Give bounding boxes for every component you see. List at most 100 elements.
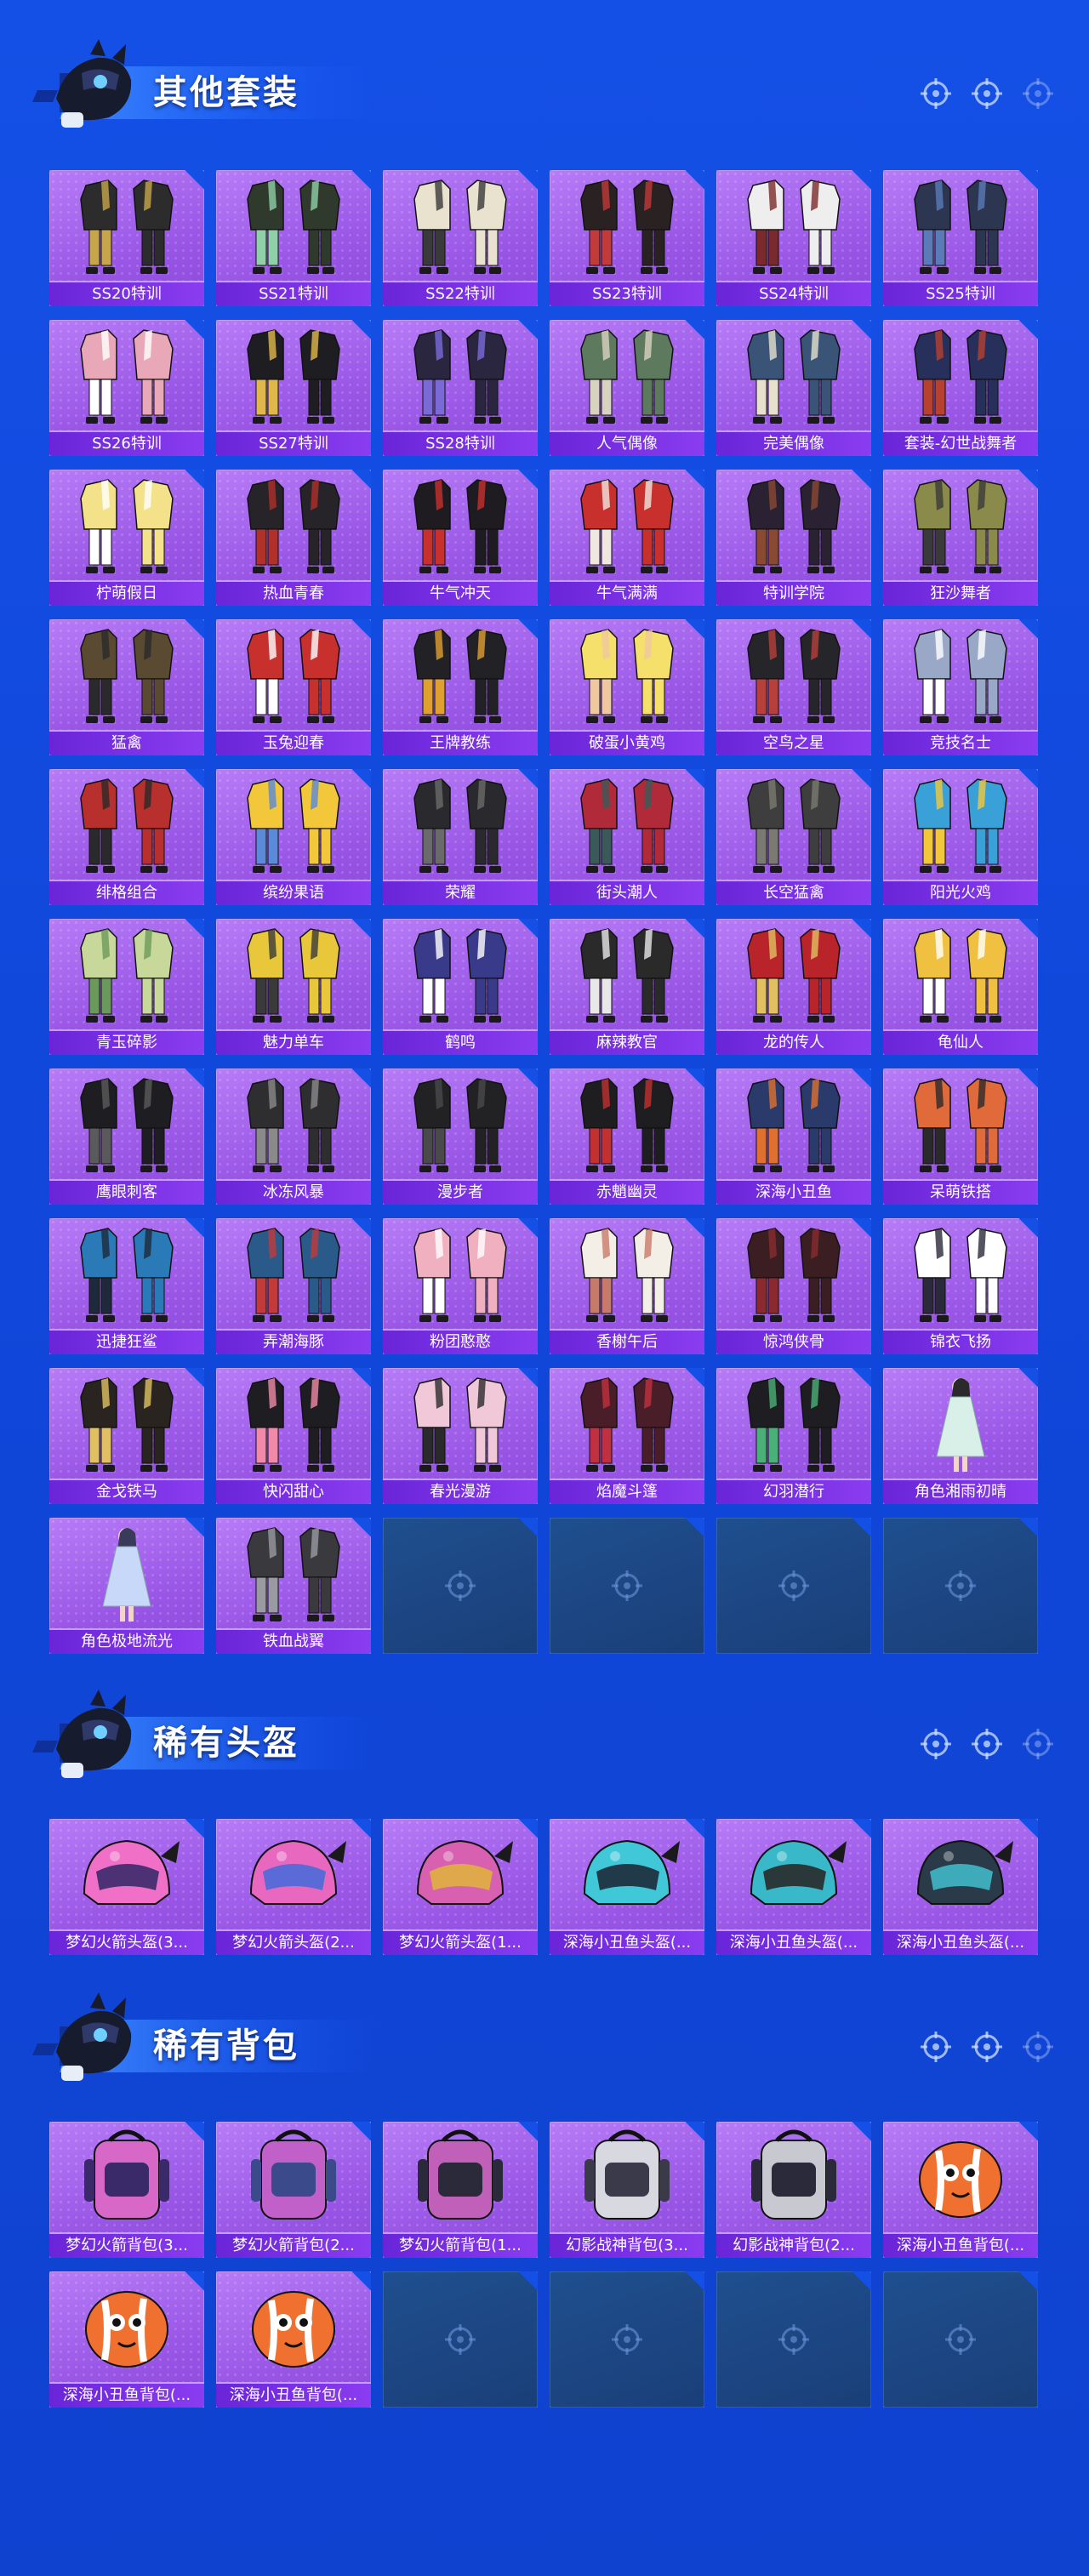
item-card-40[interactable]: 深海小丑鱼 [716,1069,871,1205]
item-card-0[interactable]: SS20特训 [49,170,204,306]
item-card-9[interactable]: 人气偶像 [550,320,704,456]
outfit-icon [80,479,174,573]
item-card-49[interactable]: 快闪甜心 [216,1368,371,1504]
corner-notch [185,619,204,639]
item-card-2[interactable]: 梦幻火箭头盔(1... [383,1819,538,1955]
item-card-3[interactable]: SS23特训 [550,170,704,306]
item-label: SS28特训 [383,430,538,456]
item-card-50[interactable]: 春光漫游 [383,1368,538,1504]
item-card-16[interactable]: 特训学院 [716,470,871,606]
item-card-35[interactable]: 龟仙人 [883,919,1038,1055]
item-card-23[interactable]: 竞技名士 [883,619,1038,755]
item-card-41[interactable]: 呆萌铁搭 [883,1069,1038,1205]
item-card-53[interactable]: 角色湘雨初晴 [883,1368,1038,1504]
item-card-42[interactable]: 迅捷狂鲨 [49,1218,204,1354]
item-card-55[interactable]: 铁血战翼 [216,1518,371,1654]
item-card-19[interactable]: 玉兔迎春 [216,619,371,755]
outfit-icon [247,629,340,723]
item-card-25[interactable]: 缤纷果语 [216,769,371,905]
helmeted-mascot-icon [32,39,132,128]
item-card-47[interactable]: 锦衣飞扬 [883,1218,1038,1354]
item-card-36[interactable]: 鹰眼刺客 [49,1069,204,1205]
item-card-45[interactable]: 香榭午后 [550,1218,704,1354]
item-card-6[interactable]: 深海小丑鱼背包(... [49,2271,204,2408]
item-card-26[interactable]: 荣耀 [383,769,538,905]
item-card-21[interactable]: 破蛋小黄鸡 [550,619,704,755]
item-card-7[interactable]: 深海小丑鱼背包(... [216,2271,371,2408]
item-card-4[interactable]: SS24特训 [716,170,871,306]
item-card-1[interactable]: 梦幻火箭背包(2... [216,2122,371,2258]
item-card-12[interactable]: 柠萌假日 [49,470,204,606]
empty-slot [716,1518,871,1654]
item-card-43[interactable]: 弄潮海豚 [216,1218,371,1354]
item-label: 角色湘雨初晴 [883,1479,1038,1504]
item-card-30[interactable]: 青玉碎影 [49,919,204,1055]
crosshair-icon [921,1729,951,1759]
item-card-15[interactable]: 牛气满满 [550,470,704,606]
item-label: 牛气满满 [550,580,704,606]
item-card-3[interactable]: 深海小丑鱼头盔(... [550,1819,704,1955]
item-card-34[interactable]: 龙的传人 [716,919,871,1055]
item-label: 狂沙舞者 [883,580,1038,606]
clownfish-backpack-icon [919,2141,1002,2218]
item-card-20[interactable]: 王牌教练 [383,619,538,755]
item-card-52[interactable]: 幻羽潜行 [716,1368,871,1504]
item-card-28[interactable]: 长空猛禽 [716,769,871,905]
outfit-icon [914,1078,1007,1172]
item-card-44[interactable]: 粉团憨憨 [383,1218,538,1354]
item-card-1[interactable]: 梦幻火箭头盔(2... [216,1819,371,1955]
item-card-5[interactable]: 深海小丑鱼背包(... [883,2122,1038,2258]
item-card-18[interactable]: 猛禽 [49,619,204,755]
item-card-2[interactable]: SS22特训 [383,170,538,306]
corner-notch [351,2122,371,2141]
item-card-38[interactable]: 漫步者 [383,1069,538,1205]
item-card-0[interactable]: 梦幻火箭头盔(3... [49,1819,204,1955]
outfit-icon [413,479,507,573]
item-card-51[interactable]: 焰魔斗篷 [550,1368,704,1504]
item-card-31[interactable]: 魅力单车 [216,919,371,1055]
item-card-2[interactable]: 梦幻火箭背包(1... [383,2122,538,2258]
corner-notch [351,320,371,339]
item-card-11[interactable]: 套装-幻世战舞者 [883,320,1038,456]
item-label: 套装-幻世战舞者 [883,430,1038,456]
item-card-7[interactable]: SS27特训 [216,320,371,456]
item-card-24[interactable]: 绯格组合 [49,769,204,905]
outfit-icon [247,778,340,873]
item-label: 魅力单车 [216,1029,371,1055]
item-card-32[interactable]: 鹤鸣 [383,919,538,1055]
item-card-54[interactable]: 角色极地流光 [49,1518,204,1654]
item-card-0[interactable]: 梦幻火箭背包(3... [49,2122,204,2258]
item-card-37[interactable]: 冰冻风暴 [216,1069,371,1205]
item-card-4[interactable]: 深海小丑鱼头盔(... [716,1819,871,1955]
crosshair-icon [1023,2032,1053,2062]
item-card-6[interactable]: SS26特训 [49,320,204,456]
section-title: 其他套装 [153,73,299,112]
corner-notch [351,1069,371,1088]
item-card-14[interactable]: 牛气冲天 [383,470,538,606]
item-card-13[interactable]: 热血青春 [216,470,371,606]
outfit-icon [747,479,841,573]
crosshair-icon [972,78,1002,109]
item-card-17[interactable]: 狂沙舞者 [883,470,1038,606]
item-card-46[interactable]: 惊鸿侠骨 [716,1218,871,1354]
item-label: 梦幻火箭头盔(3... [49,1929,204,1955]
item-card-4[interactable]: 幻影战神背包(2... [716,2122,871,2258]
item-card-39[interactable]: 赤魈幽灵 [550,1069,704,1205]
outfit-icon [413,1377,507,1472]
outfit-icon [413,629,507,723]
item-card-8[interactable]: SS28特训 [383,320,538,456]
item-card-33[interactable]: 麻辣教官 [550,919,704,1055]
item-card-5[interactable]: SS25特训 [883,170,1038,306]
item-card-10[interactable]: 完美偶像 [716,320,871,456]
item-card-22[interactable]: 空鸟之星 [716,619,871,755]
item-card-3[interactable]: 幻影战神背包(3... [550,2122,704,2258]
item-label: 完美偶像 [716,430,871,456]
item-card-48[interactable]: 金戈铁马 [49,1368,204,1504]
item-card-1[interactable]: SS21特训 [216,170,371,306]
item-card-27[interactable]: 街头潮人 [550,769,704,905]
item-card-5[interactable]: 深海小丑鱼头盔(... [883,1819,1038,1955]
item-label: 角色极地流光 [49,1628,204,1654]
item-card-29[interactable]: 阳光火鸡 [883,769,1038,905]
corner-notch [351,1518,371,1537]
corner-notch [518,170,538,190]
